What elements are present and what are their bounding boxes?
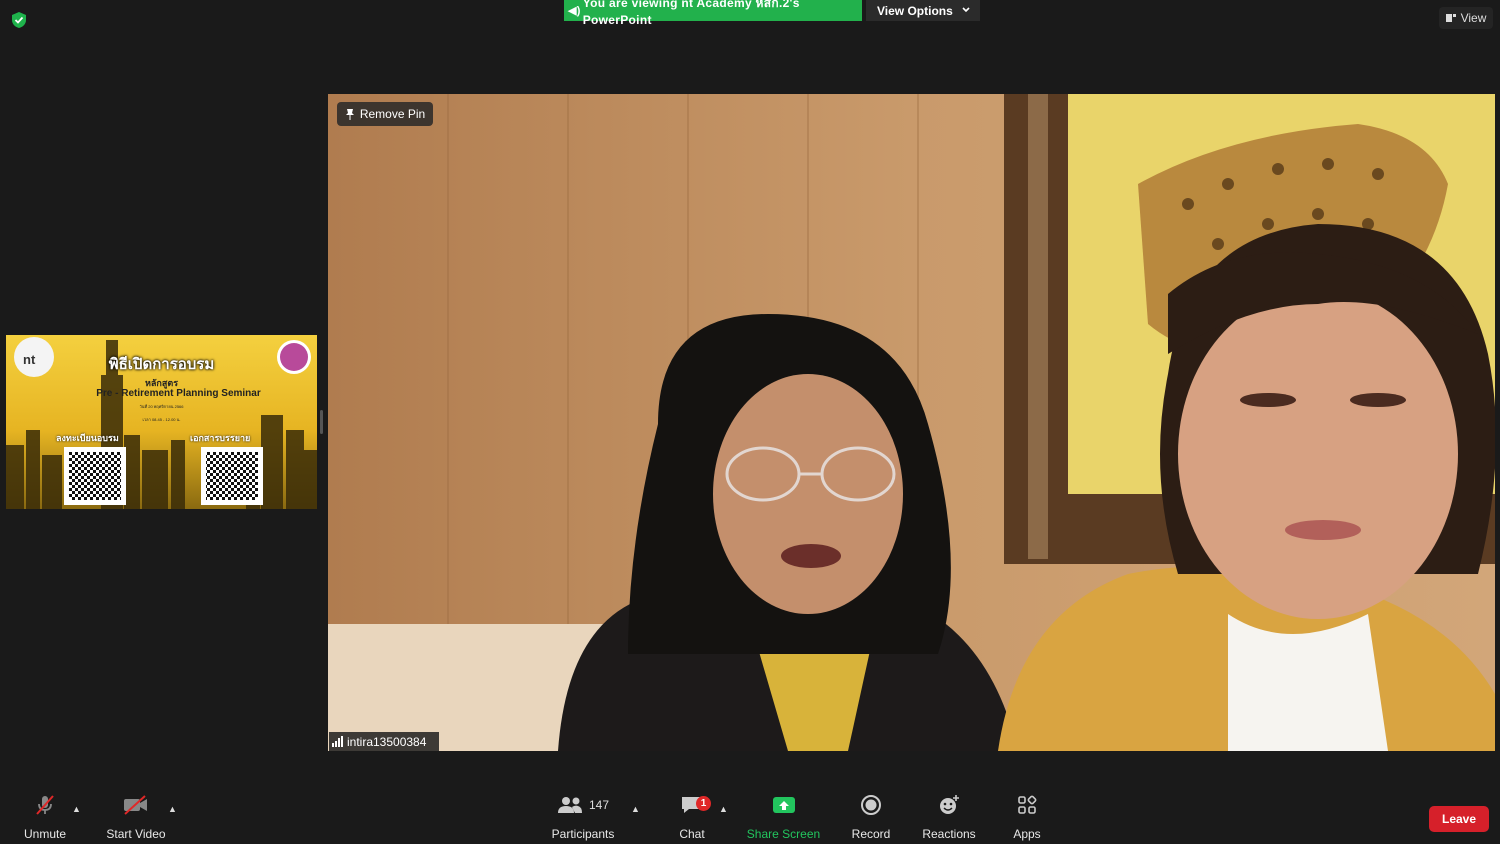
shared-slide-thumbnail[interactable]: nt พิธีเปิดการอบรม หลักสูตร Pre - Retire… [6, 335, 317, 509]
security-shield-icon[interactable] [11, 11, 27, 29]
chat-unread-badge: 1 [696, 796, 711, 811]
video-frame [328, 94, 1495, 751]
reactions-button[interactable]: Reactions [920, 790, 978, 844]
apps-button[interactable]: Apps [1010, 790, 1044, 844]
slide-qr-left-label: ลงทะเบียนอบรม [56, 433, 119, 443]
slide-qr-right-label: เอกสารบรรยาย [190, 433, 251, 443]
main-video-feed[interactable] [328, 94, 1495, 751]
view-label: View [1460, 11, 1487, 25]
video-options-caret-icon[interactable]: ▲ [168, 804, 177, 814]
apps-icon [1018, 795, 1037, 814]
panel-resize-handle[interactable] [320, 410, 323, 434]
slide-time-line: เวลา 08.45 - 12.00 น. [142, 417, 181, 422]
unmute-button[interactable]: Unmute [18, 790, 72, 844]
view-button[interactable]: View [1439, 7, 1493, 29]
chevron-down-icon [962, 7, 970, 13]
slide-title: พิธีเปิดการอบรม [108, 356, 215, 373]
participant-name-tag: intira13500384 [329, 732, 439, 751]
record-label: Record [851, 827, 891, 841]
sharing-banner-text: You are viewing nt Academy หสก.2's Power… [582, 0, 800, 27]
reactions-icon [940, 795, 959, 814]
participant-name: intira13500384 [347, 734, 427, 749]
speaker-icon: ◀) [568, 5, 581, 17]
start-video-label: Start Video [106, 827, 166, 841]
participants-count: 147 [588, 798, 610, 812]
start-video-button[interactable]: Start Video [103, 790, 169, 844]
remove-pin-button[interactable]: Remove Pin [337, 102, 433, 126]
record-button[interactable]: Record [848, 790, 894, 844]
gallery-view-icon [1445, 14, 1456, 22]
slide-date-line: วันที่ 20 พฤศจิกายน 2566 [139, 404, 184, 409]
muted-microphone-icon [36, 795, 54, 815]
view-options-button[interactable]: View Options [866, 0, 980, 21]
unmute-label: Unmute [23, 827, 67, 841]
share-screen-button[interactable]: Share Screen [746, 790, 821, 844]
participants-button[interactable]: 147 Participants [548, 790, 618, 844]
view-options-label: View Options [877, 3, 953, 18]
video-off-icon [124, 795, 147, 815]
participants-label: Participants [551, 827, 615, 841]
share-screen-icon [772, 797, 795, 813]
participants-icon [557, 797, 582, 813]
apps-label: Apps [1013, 827, 1041, 841]
pin-icon [345, 109, 354, 120]
chat-options-caret-icon[interactable]: ▲ [719, 804, 728, 814]
remove-pin-label: Remove Pin [359, 107, 426, 121]
connection-strength-icon [332, 736, 343, 747]
reactions-label: Reactions [922, 827, 976, 841]
slide-course-name: Pre - Retirement Planning Seminar [96, 388, 261, 399]
share-screen-label: Share Screen [746, 827, 821, 841]
chat-label: Chat [679, 827, 705, 841]
participants-options-caret-icon[interactable]: ▲ [631, 804, 640, 814]
audio-options-caret-icon[interactable]: ▲ [72, 804, 81, 814]
meeting-toolbar: Unmute ▲ Start Video ▲ 147 Participants … [0, 790, 1500, 844]
record-icon [861, 795, 881, 815]
leave-button[interactable]: Leave [1429, 806, 1489, 832]
sharing-banner: ◀) You are viewing nt Academy หสก.2's Po… [564, 0, 862, 27]
